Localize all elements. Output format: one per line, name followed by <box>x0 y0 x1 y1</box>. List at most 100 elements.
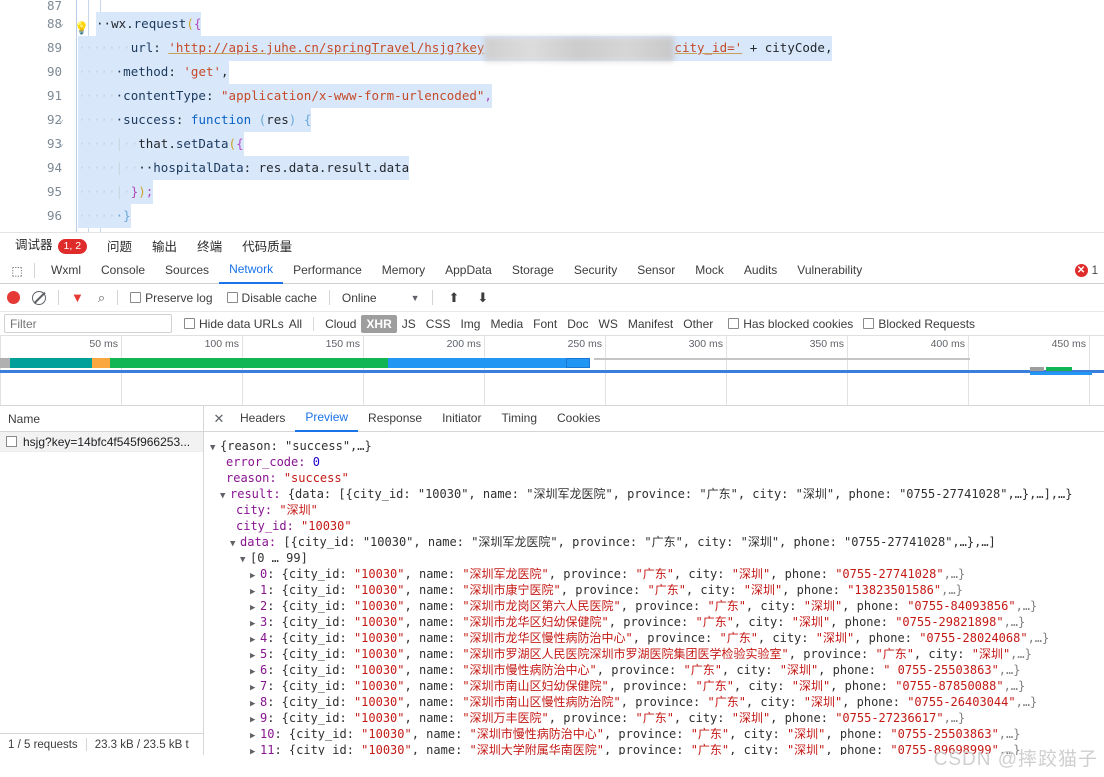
preserve-log-checkbox[interactable]: Preserve log <box>130 291 212 305</box>
triangle-right-icon[interactable]: ▶ <box>250 728 260 742</box>
ide-tab-code-quality[interactable]: 代码质量 <box>241 232 293 260</box>
search-icon[interactable]: ⌕ <box>98 290 105 306</box>
triangle-down-icon[interactable]: ▼ <box>230 536 240 550</box>
triangle-down-icon[interactable]: ▼ <box>220 488 230 502</box>
tab-storage[interactable]: Storage <box>502 258 564 283</box>
json-row-range[interactable]: ▼[0 … 99] <box>210 550 1104 566</box>
filter-type-doc[interactable]: Doc <box>562 315 593 333</box>
chevron-down-icon[interactable]: ⌄ <box>54 132 68 156</box>
detail-tab-response[interactable]: Response <box>358 406 432 431</box>
ide-tab-debugger[interactable]: 调试器1, 2 <box>14 230 88 261</box>
error-counter[interactable]: ✕ 1 <box>1075 258 1098 283</box>
filter-input[interactable] <box>4 314 172 333</box>
triangle-right-icon[interactable]: ▶ <box>250 616 260 630</box>
blocked-requests-checkbox[interactable]: Blocked Requests <box>863 317 975 331</box>
filter-type-other[interactable]: Other <box>678 315 718 333</box>
json-array-item-row[interactable]: ▶4: {city_id: "10030", name: "深圳市龙华区慢性病防… <box>210 630 1104 646</box>
close-icon[interactable]: ✕ <box>208 411 230 427</box>
triangle-right-icon[interactable]: ▶ <box>250 600 260 614</box>
hide-data-urls-checkbox[interactable]: Hide data URLs <box>184 317 284 331</box>
triangle-right-icon[interactable]: ▶ <box>250 664 260 678</box>
ide-tab-terminal[interactable]: 终端 <box>196 232 223 260</box>
code-editor[interactable]: 87 88 ⌄ 💡 ··wx.request({ 89 ·······url: … <box>0 0 1104 232</box>
tab-mock[interactable]: Mock <box>685 258 734 283</box>
detail-tab-preview[interactable]: Preview <box>295 405 358 432</box>
filter-type-js[interactable]: JS <box>397 315 421 333</box>
json-preview-tree[interactable]: ▼{reason: "success",…} error_code: 0 rea… <box>204 432 1104 755</box>
triangle-right-icon[interactable]: ▶ <box>250 744 260 755</box>
json-array-item-row[interactable]: ▶5: {city_id: "10030", name: "深圳市罗湖区人民医院… <box>210 646 1104 662</box>
filter-type-media[interactable]: Media <box>485 315 528 333</box>
triangle-down-icon[interactable]: ▼ <box>210 440 220 454</box>
clear-icon[interactable] <box>32 291 46 305</box>
json-row-error-code[interactable]: error_code: 0 <box>210 454 1104 470</box>
detail-tab-timing[interactable]: Timing <box>491 406 547 431</box>
tab-console[interactable]: Console <box>91 258 155 283</box>
filter-icon[interactable]: ▼ <box>71 290 84 305</box>
tab-performance[interactable]: Performance <box>283 258 372 283</box>
disable-cache-checkbox[interactable]: Disable cache <box>227 291 317 305</box>
chevron-down-icon[interactable]: ⌄ <box>54 12 68 36</box>
upload-icon[interactable]: ⬆ <box>449 290 460 306</box>
triangle-right-icon[interactable]: ▶ <box>250 648 260 662</box>
ide-tab-output[interactable]: 输出 <box>151 232 178 260</box>
json-root-row[interactable]: ▼{reason: "success",…} <box>210 438 1104 454</box>
json-array-item-row[interactable]: ▶8: {city_id: "10030", name: "深圳市南山区慢性病防… <box>210 694 1104 710</box>
ide-tab-problems[interactable]: 问题 <box>106 232 133 260</box>
throttling-value[interactable]: Online <box>342 291 377 305</box>
request-row[interactable]: hsjg?key=14bfc4f545f966253... <box>0 432 203 452</box>
json-row-city-id[interactable]: city_id: "10030" <box>210 518 1104 534</box>
filter-type-xhr[interactable]: XHR <box>361 315 396 333</box>
json-array-item-row[interactable]: ▶11: {city_id: "10030", name: "深圳大学附属华南医… <box>210 742 1104 755</box>
tab-audits[interactable]: Audits <box>734 258 787 283</box>
inspect-element-icon[interactable]: ⬚ <box>6 264 28 278</box>
error-count: 1 <box>1092 265 1098 277</box>
triangle-right-icon[interactable]: ▶ <box>250 696 260 710</box>
network-timeline-overview[interactable]: 50 ms 100 ms 150 ms 200 ms 250 ms 300 ms… <box>0 336 1104 406</box>
json-array-item-row[interactable]: ▶3: {city_id: "10030", name: "深圳市龙华区妇幼保健… <box>210 614 1104 630</box>
chevron-down-icon[interactable]: ⌄ <box>54 108 68 132</box>
filter-type-img[interactable]: Img <box>455 315 485 333</box>
tab-sources[interactable]: Sources <box>155 258 219 283</box>
json-array-item-row[interactable]: ▶6: {city_id: "10030", name: "深圳市慢性病防治中心… <box>210 662 1104 678</box>
json-row-city[interactable]: city: "深圳" <box>210 502 1104 518</box>
triangle-right-icon[interactable]: ▶ <box>250 632 260 646</box>
json-range-label: [0 … 99] <box>250 551 308 565</box>
triangle-right-icon[interactable]: ▶ <box>250 680 260 694</box>
filter-type-cloud[interactable]: Cloud <box>320 315 361 333</box>
json-array-item-row[interactable]: ▶2: {city_id: "10030", name: "深圳市龙岗区第六人民… <box>210 598 1104 614</box>
detail-tab-cookies[interactable]: Cookies <box>547 406 610 431</box>
tab-wxml[interactable]: Wxml <box>41 258 91 283</box>
filter-type-manifest[interactable]: Manifest <box>623 315 678 333</box>
record-button-icon[interactable] <box>7 291 20 304</box>
json-array-item-row[interactable]: ▶7: {city_id: "10030", name: "深圳市南山区妇幼保健… <box>210 678 1104 694</box>
triangle-right-icon[interactable]: ▶ <box>250 568 260 582</box>
json-array-item-row[interactable]: ▶0: {city_id: "10030", name: "深圳军龙医院", p… <box>210 566 1104 582</box>
filter-type-font[interactable]: Font <box>528 315 562 333</box>
json-row-data[interactable]: ▼data: [{city_id: "10030", name: "深圳军龙医院… <box>210 534 1104 550</box>
json-array-item-row[interactable]: ▶10: {city_id: "10030", name: "深圳市慢性病防治中… <box>210 726 1104 742</box>
json-array-item-row[interactable]: ▶1: {city_id: "10030", name: "深圳市康宁医院", … <box>210 582 1104 598</box>
triangle-right-icon[interactable]: ▶ <box>250 584 260 598</box>
json-row-reason[interactable]: reason: "success" <box>210 470 1104 486</box>
tab-network[interactable]: Network <box>219 257 283 284</box>
request-checkbox[interactable] <box>6 436 17 447</box>
tab-vulnerability[interactable]: Vulnerability <box>787 258 872 283</box>
triangle-down-icon[interactable]: ▼ <box>240 552 250 566</box>
filter-type-all[interactable]: All <box>284 315 307 333</box>
triangle-right-icon[interactable]: ▶ <box>250 712 260 726</box>
detail-tab-headers[interactable]: Headers <box>230 406 295 431</box>
chevron-down-icon[interactable]: ▼ <box>411 293 420 303</box>
detail-tab-initiator[interactable]: Initiator <box>432 406 491 431</box>
tab-security[interactable]: Security <box>564 258 627 283</box>
tab-memory[interactable]: Memory <box>372 258 435 283</box>
json-array-item-row[interactable]: ▶9: {city_id: "10030", name: "深圳万丰医院", p… <box>210 710 1104 726</box>
has-blocked-cookies-checkbox[interactable]: Has blocked cookies <box>728 317 853 331</box>
filter-type-ws[interactable]: WS <box>594 315 623 333</box>
json-row-result[interactable]: ▼result: {data: [{city_id: "10030", name… <box>210 486 1104 502</box>
tab-appdata[interactable]: AppData <box>435 258 502 283</box>
tab-sensor[interactable]: Sensor <box>627 258 685 283</box>
filter-type-css[interactable]: CSS <box>421 315 456 333</box>
download-icon[interactable]: ⬇ <box>477 290 488 306</box>
request-list-body[interactable]: hsjg?key=14bfc4f545f966253... <box>0 432 203 733</box>
